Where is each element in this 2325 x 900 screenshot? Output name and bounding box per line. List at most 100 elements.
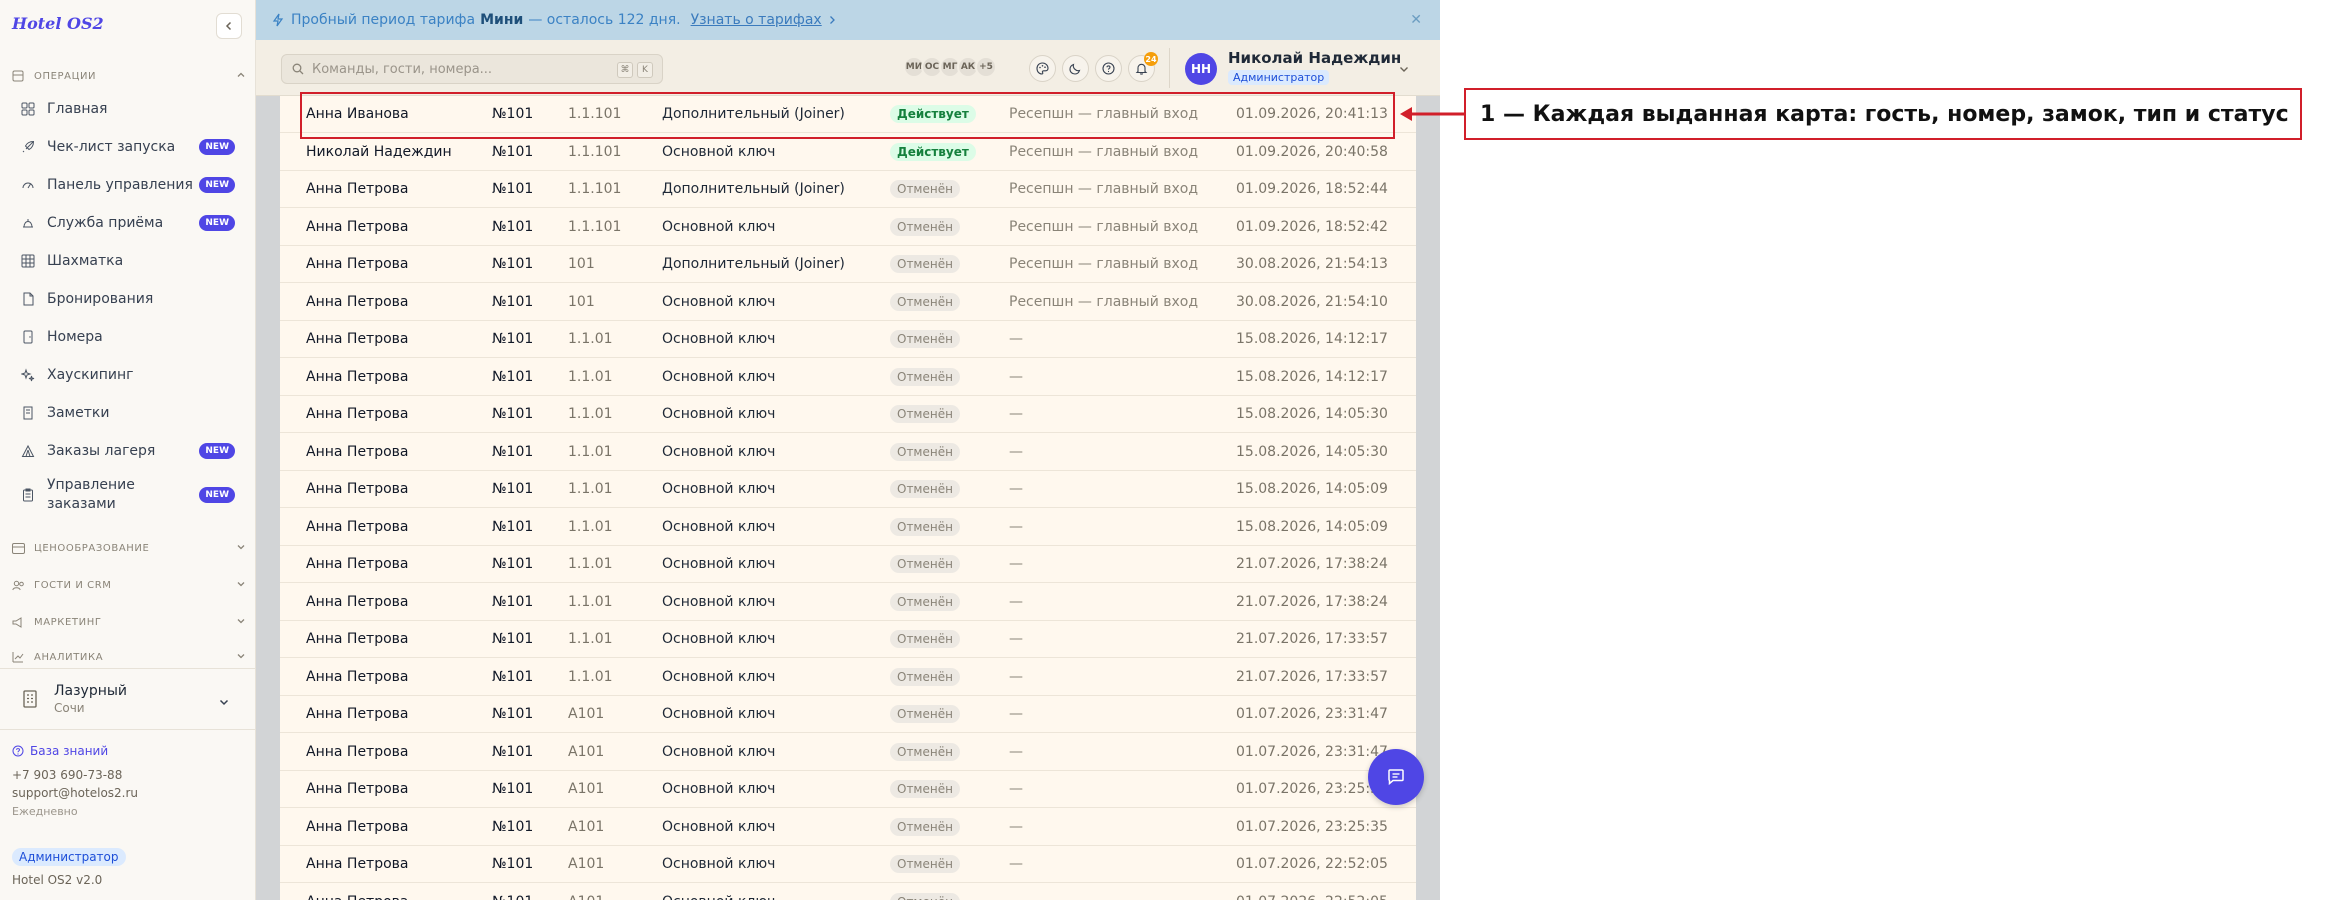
table-row[interactable]: Николай Надеждин №101 1.1.101 Основной ключ… <box>280 134 1416 171</box>
sidebar-item[interactable]: Шахматка <box>0 242 256 280</box>
sidebar-collapse-button[interactable] <box>216 13 242 39</box>
table-row[interactable]: Анна Петрова №101 A101 Основной ключ — 01.07.… <box>280 884 1416 900</box>
chevron-down-icon[interactable] <box>1398 60 1410 79</box>
sidebar-item[interactable]: Панель управления NEW <box>0 166 256 204</box>
chevron-down-icon <box>236 579 246 592</box>
cell-issued-at: 01.09.2026, 20:40:58 <box>1236 143 1388 160</box>
cell-card-type: Основной ключ <box>662 518 776 535</box>
support-email[interactable]: support@hotelos2.ru <box>12 786 138 800</box>
table-grid-icon <box>19 253 36 270</box>
section-marketing[interactable]: МАРКЕТИНГ <box>12 614 246 630</box>
knowledge-base-label: База знаний <box>30 744 109 758</box>
status-badge: Отменён <box>890 742 960 761</box>
notifications-button[interactable]: 24 <box>1128 52 1158 82</box>
help-button[interactable] <box>1095 55 1122 82</box>
hotel-switcher[interactable]: Лазурный Сочи <box>0 668 256 730</box>
cell-issued-at: 01.07.2026, 23:25:35 <box>1236 818 1388 835</box>
table-row[interactable]: Анна Петрова №101 A101 Основной ключ — 01.07.… <box>280 734 1416 771</box>
table-row[interactable]: Анна Петрова №101 1.1.01 Основной ключ — 21.0… <box>280 584 1416 621</box>
table-row[interactable]: Анна Петрова №101 1.1.01 Основной ключ — 15.0… <box>280 509 1416 546</box>
table-row[interactable]: Анна Петрова №101 1.1.01 Основной ключ — 21.0… <box>280 546 1416 583</box>
presence-avatar[interactable]: +5 <box>975 56 997 78</box>
table-row[interactable]: Анна Петрова №101 1.1.01 Основной ключ — 21.0… <box>280 621 1416 658</box>
table-row[interactable]: Анна Петрова №101 1.1.101 Основной ключ Ресе… <box>280 209 1416 246</box>
sidebar-item-label: Управление заказами <box>47 477 135 512</box>
status-badge: Отменён <box>890 255 960 273</box>
section-guests-crm[interactable]: ГОСТИ И CRM <box>12 577 246 593</box>
clipboard-icon <box>19 487 36 504</box>
sidebar-item[interactable]: Служба приёма NEW <box>0 204 256 242</box>
table-row[interactable]: Анна Петрова №101 101 Дополнительный (Joine… <box>280 246 1416 283</box>
sidebar-item-label: Главная <box>47 100 108 117</box>
sidebar-item[interactable]: Главная <box>0 90 256 128</box>
user-avatar[interactable]: НН <box>1185 53 1217 85</box>
cell-encoder: — <box>1009 331 1023 347</box>
cell-lock: 101 <box>568 293 595 310</box>
chat-button[interactable] <box>1368 749 1424 805</box>
table-row[interactable]: Анна Петрова №101 1.1.01 Основной ключ — 15.0… <box>280 321 1416 358</box>
user-name[interactable]: Николай Надеждин <box>1228 49 1401 67</box>
cell-status: Отменён <box>890 696 960 733</box>
knowledge-base-link[interactable]: База знаний <box>12 744 108 758</box>
rocket-icon <box>19 139 36 156</box>
sidebar-item[interactable]: Управление заказами NEW <box>0 470 256 520</box>
presence-avatars[interactable]: МИ ОС МГ АК +5 <box>903 56 997 78</box>
cell-issued-at: 15.08.2026, 14:05:30 <box>1236 443 1388 460</box>
cell-status: Отменён <box>890 321 960 358</box>
theme-palette-button[interactable] <box>1029 55 1056 82</box>
sidebar-item[interactable]: Номера <box>0 318 256 356</box>
table-row[interactable]: Анна Петрова №101 1.1.01 Основной ключ — 15.0… <box>280 396 1416 433</box>
table-row[interactable]: Анна Петрова №101 A101 Основной ключ — 01.07.… <box>280 809 1416 846</box>
cell-card-type: Основной ключ <box>662 143 776 160</box>
table-row[interactable]: Анна Петрова №101 1.1.01 Основной ключ — 15.0… <box>280 434 1416 471</box>
cell-status: Отменён <box>890 471 960 508</box>
table-row[interactable]: Анна Петрова №101 A101 Основной ключ — 01.07.… <box>280 771 1416 808</box>
sidebar-item[interactable]: Заказы лагеря NEW <box>0 432 256 470</box>
sidebar-item[interactable]: Чек-лист запуска NEW <box>0 128 256 166</box>
sidebar-item[interactable]: Бронирования <box>0 280 256 318</box>
cell-issued-at: 15.08.2026, 14:05:09 <box>1236 481 1388 497</box>
close-icon[interactable]: ✕ <box>1410 12 1422 28</box>
section-pricing[interactable]: ЦЕНООБРАЗОВАНИЕ <box>12 540 246 556</box>
tariffs-link[interactable]: Узнать о тарифах <box>691 12 822 28</box>
status-badge: Отменён <box>890 592 960 611</box>
section-analytics[interactable]: АНАЛИТИКА <box>12 651 246 663</box>
table-row[interactable]: Анна Петрова №101 A101 Основной ключ — 01.07.… <box>280 696 1416 733</box>
bell-desk-icon <box>19 215 36 232</box>
credit-card-icon <box>12 541 26 555</box>
cell-issued-at: 01.07.2026, 23:25:35 <box>1236 781 1388 797</box>
dark-mode-button[interactable] <box>1062 55 1089 82</box>
cell-guest: Анна Петрова <box>306 293 409 310</box>
table-row[interactable]: Анна Петрова №101 1.1.01 Основной ключ — 15.0… <box>280 471 1416 508</box>
cell-card-type: Основной ключ <box>662 668 776 685</box>
cell-lock: A101 <box>568 743 605 760</box>
cell-lock: 101 <box>568 256 595 272</box>
app-logo[interactable]: Hotel OS2 <box>12 14 104 33</box>
table-row[interactable]: Анна Петрова №101 1.1.01 Основной ключ — 21.0… <box>280 659 1416 696</box>
cell-lock: 1.1.01 <box>568 406 613 422</box>
cell-issued-at: 01.07.2026, 22:52:05 <box>1236 856 1388 872</box>
topbar: Команды, гости, номера... ⌘ K МИ ОС МГ АК +5… <box>256 40 1440 96</box>
cell-room: №101 <box>492 593 534 610</box>
cell-issued-at: 21.07.2026, 17:33:57 <box>1236 668 1388 685</box>
cell-room: №101 <box>492 218 534 235</box>
support-phone[interactable]: +7 903 690-73-88 <box>12 768 122 782</box>
sidebar-item-label: Панель управления <box>47 176 193 193</box>
topbar-divider <box>1169 48 1170 88</box>
section-operations[interactable]: ОПЕРАЦИИ <box>12 68 246 84</box>
cell-card-type: Основной ключ <box>662 406 776 422</box>
cell-issued-at: 30.08.2026, 21:54:13 <box>1236 256 1388 272</box>
cell-guest: Анна Петрова <box>306 256 409 272</box>
table-row[interactable]: Анна Петрова №101 1.1.101 Дополнительный (J… <box>280 171 1416 208</box>
sidebar-item[interactable]: Хаускипинг <box>0 356 256 394</box>
trial-banner: Пробный период тарифа Мини — осталось 12… <box>256 0 1440 40</box>
search-icon <box>292 63 304 75</box>
sidebar-item[interactable]: Заметки <box>0 394 256 432</box>
cell-guest: Анна Петрова <box>306 706 409 722</box>
table-row[interactable]: Анна Петрова №101 101 Основной ключ Ресепшн … <box>280 284 1416 321</box>
cell-lock: 1.1.01 <box>568 593 613 610</box>
table-row[interactable]: Анна Петрова №101 1.1.01 Основной ключ — 15.0… <box>280 359 1416 396</box>
table-row[interactable]: Анна Петрова №101 A101 Основной ключ — 01.07.… <box>280 846 1416 883</box>
hotel-city: Сочи <box>54 701 85 715</box>
command-search[interactable]: Команды, гости, номера... ⌘ K <box>281 54 663 84</box>
